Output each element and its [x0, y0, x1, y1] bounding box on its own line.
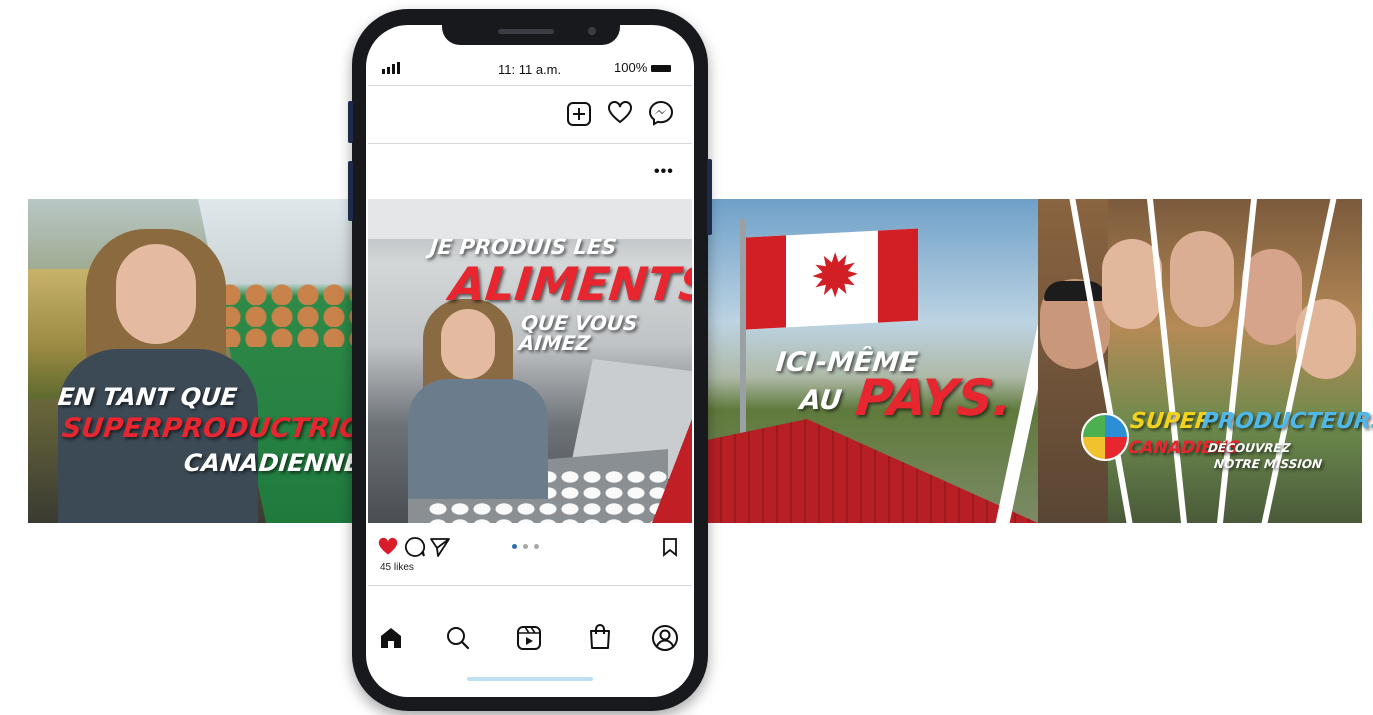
- divider: [368, 585, 692, 586]
- camera-icon: [588, 27, 596, 35]
- canada-flag: ✹: [746, 228, 918, 330]
- carousel-dot: [523, 544, 528, 549]
- reels-icon[interactable]: [516, 625, 542, 651]
- home-indicator[interactable]: [467, 677, 593, 681]
- post-producer-body: [408, 379, 548, 499]
- team-member-3: [1170, 231, 1234, 327]
- flag-headline-line2: AU: [798, 385, 844, 416]
- left-headline-line3: CANADIENNE: [182, 449, 363, 477]
- maple-leaf-icon: ✹: [810, 241, 861, 312]
- status-battery: 100%: [614, 60, 648, 75]
- cap-icon: [1044, 281, 1106, 301]
- brand-producteurs: PRODUCTEURS: [1200, 409, 1373, 434]
- panel-team: [1038, 199, 1362, 523]
- phone-side-button: [348, 101, 353, 143]
- share-icon[interactable]: [429, 536, 451, 558]
- brown-eggs-image: [218, 283, 368, 347]
- panel-flag: ✹ ICI-MÊME AU PAYS.: [708, 199, 1038, 523]
- battery-icon: [651, 65, 671, 72]
- left-headline-line1: EN TANT QUE: [56, 383, 239, 411]
- phone-notch: [442, 21, 620, 45]
- post-image[interactable]: JE PRODUIS LES ALIMENTS QUE VOUS AIMEZ: [368, 199, 692, 523]
- cta-notre-mission: NOTRE MISSION: [1213, 457, 1323, 471]
- carousel-dot: [512, 544, 517, 549]
- left-headline-line2: SUPERPRODUCTRICE: [60, 413, 368, 444]
- panel-producer-left: EN TANT QUE SUPERPRODUCTRICE CANADIENNE: [28, 199, 368, 523]
- home-icon[interactable]: [378, 625, 404, 651]
- phone-volume-button: [348, 161, 353, 221]
- heart-outline-icon[interactable]: [607, 101, 633, 125]
- more-options-icon[interactable]: •••: [654, 163, 674, 181]
- profile-icon[interactable]: [651, 624, 679, 652]
- plus-square-icon[interactable]: [566, 101, 592, 127]
- bookmark-icon[interactable]: [662, 537, 678, 557]
- post-headline-line2: ALIMENTS: [447, 257, 692, 311]
- cta-decouvrez: DÉCOUVREZ: [1207, 441, 1292, 455]
- carousel-dot: [534, 544, 539, 549]
- flag-headline-line3: PAYS.: [852, 369, 1016, 427]
- superproducteurs-logo-icon: [1081, 413, 1129, 461]
- post-headline-line1: JE PRODUIS LES: [428, 235, 618, 259]
- phone-power-button: [707, 159, 712, 235]
- team-member-4: [1242, 249, 1302, 345]
- search-icon[interactable]: [445, 625, 471, 651]
- messenger-icon[interactable]: [648, 100, 674, 126]
- red-barn-image: [708, 419, 1038, 523]
- heart-filled-icon[interactable]: [377, 537, 399, 557]
- status-time: 11: 11 a.m.: [498, 62, 562, 77]
- divider: [368, 143, 692, 144]
- divider: [368, 85, 692, 86]
- shop-icon[interactable]: [587, 623, 613, 651]
- post-headline-line3: QUE VOUS AIMEZ: [517, 311, 639, 355]
- comment-icon[interactable]: [404, 536, 426, 558]
- likes-count: 45 likes: [380, 562, 414, 573]
- post-producer-face: [441, 309, 495, 379]
- signal-icon: [382, 62, 402, 74]
- producer-face: [116, 244, 196, 344]
